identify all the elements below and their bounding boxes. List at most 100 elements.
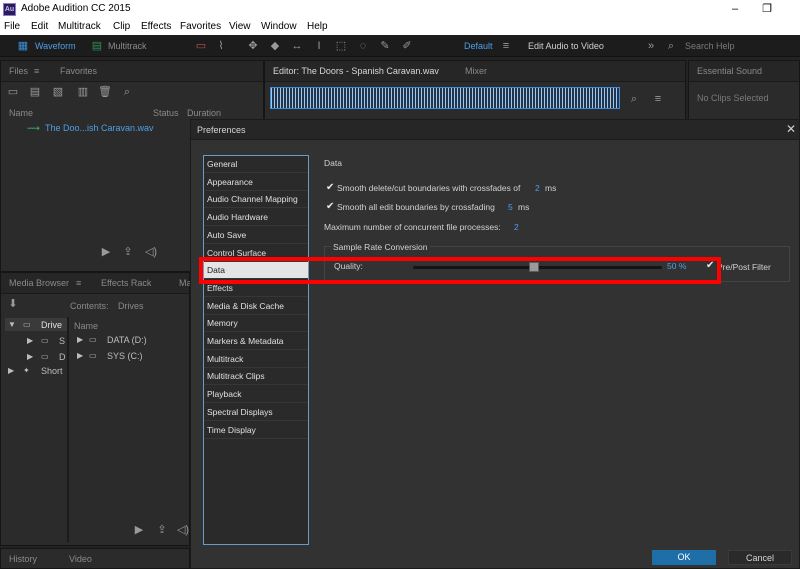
- move-tool-icon[interactable]: ✥: [246, 39, 260, 53]
- category-audio-channel-mapping[interactable]: Audio Channel Mapping: [204, 191, 308, 209]
- menu-favorites[interactable]: Favorites: [180, 21, 221, 32]
- menu-view[interactable]: View: [229, 21, 251, 32]
- pitch-display-icon[interactable]: ⌇: [214, 39, 228, 53]
- category-audio-hardware[interactable]: Audio Hardware: [204, 209, 308, 227]
- tab-video[interactable]: Video: [69, 554, 92, 564]
- expand-icon[interactable]: ▼: [8, 320, 16, 329]
- expand-icon[interactable]: ▶: [27, 336, 33, 345]
- column-name[interactable]: Name: [74, 321, 98, 331]
- essential-sound-panel: Essential Sound No Clips Selected: [688, 60, 800, 120]
- lasso-tool-icon[interactable]: ◌: [356, 39, 370, 53]
- tree-drive-s[interactable]: S: [59, 336, 65, 346]
- category-media-disk-cache[interactable]: Media & Disk Cache: [204, 298, 308, 315]
- category-memory[interactable]: Memory: [204, 315, 308, 333]
- dialog-title-bar: Preferences ✕: [191, 120, 799, 140]
- tree-drive-d[interactable]: D: [59, 352, 66, 362]
- razor-tool-icon[interactable]: ◆: [268, 39, 282, 53]
- smooth-delete-checkbox[interactable]: ✔: [326, 182, 334, 193]
- drive-data[interactable]: DATA (D:): [107, 335, 147, 345]
- expand-icon[interactable]: ▶: [27, 352, 33, 361]
- tree-shortcuts[interactable]: Short: [41, 366, 63, 376]
- waveform-view-button[interactable]: Waveform: [35, 41, 76, 51]
- multitrack-view-button[interactable]: Multitrack: [108, 41, 147, 51]
- expand-icon[interactable]: ▶: [77, 351, 83, 360]
- open-file-icon[interactable]: ▭: [6, 85, 20, 99]
- category-playback[interactable]: Playback: [204, 386, 308, 404]
- column-duration[interactable]: Duration: [187, 108, 221, 118]
- split-divider[interactable]: [67, 317, 69, 542]
- expand-icon[interactable]: ▶: [8, 366, 14, 375]
- search-help-input[interactable]: Search Help: [685, 41, 735, 51]
- new-file-icon[interactable]: ▧: [51, 85, 65, 99]
- menu-help[interactable]: Help: [307, 21, 328, 32]
- play-icon[interactable]: ▶: [132, 523, 146, 537]
- autoplay-icon[interactable]: ◁): [176, 523, 190, 537]
- category-multitrack[interactable]: Multitrack: [204, 351, 308, 368]
- insert-file-icon[interactable]: ▥: [76, 85, 90, 99]
- menu-effects[interactable]: Effects: [141, 21, 171, 32]
- smooth-edit-value[interactable]: 5: [508, 202, 513, 212]
- waveform-overview[interactable]: [270, 87, 620, 109]
- tree-drives[interactable]: Drive: [41, 320, 62, 330]
- tab-essential-sound[interactable]: Essential Sound: [697, 66, 762, 76]
- files-panel-menu-icon[interactable]: ≡: [34, 66, 39, 76]
- multitrack-view-icon[interactable]: ▤: [90, 39, 104, 53]
- file-item[interactable]: The Doo...ish Caravan.wav: [45, 123, 154, 133]
- slip-tool-icon[interactable]: ↔: [290, 39, 304, 53]
- brush-tool-icon[interactable]: ✎: [378, 39, 392, 53]
- tab-history[interactable]: History: [9, 554, 37, 564]
- contents-dropdown[interactable]: Drives: [118, 301, 144, 311]
- autoplay-icon[interactable]: ◁): [144, 245, 158, 259]
- smooth-edit-checkbox[interactable]: ✔: [326, 201, 334, 212]
- menu-edit[interactable]: Edit: [31, 21, 48, 32]
- export-icon[interactable]: ⇪: [155, 523, 169, 537]
- spot-healing-icon[interactable]: ✐: [400, 39, 414, 53]
- workspace-menu-icon[interactable]: ≡: [499, 39, 513, 53]
- tab-favorites[interactable]: Favorites: [60, 66, 97, 76]
- max-files-label: Maximum number of concurrent file proces…: [324, 222, 501, 232]
- media-browser-menu-icon[interactable]: ≡: [76, 278, 81, 288]
- cancel-button[interactable]: Cancel: [728, 550, 792, 565]
- ok-button[interactable]: OK: [652, 550, 716, 565]
- category-general[interactable]: General: [204, 156, 308, 173]
- restore-icon[interactable]: ❐: [752, 1, 782, 17]
- workspace-edit-audio-to-video[interactable]: Edit Audio to Video: [528, 41, 604, 51]
- expand-icon[interactable]: ▶: [77, 335, 83, 344]
- spectral-display-icon[interactable]: ▭: [194, 39, 208, 53]
- max-files-value[interactable]: 2: [514, 222, 519, 232]
- menu-clip[interactable]: Clip: [113, 21, 130, 32]
- more-workspaces-icon[interactable]: »: [644, 39, 658, 53]
- export-icon[interactable]: ⇪: [121, 245, 135, 259]
- close-icon[interactable]: ✕: [784, 122, 798, 136]
- column-status[interactable]: Status: [153, 108, 179, 118]
- workspace-default[interactable]: Default: [464, 41, 493, 51]
- marquee-tool-icon[interactable]: ⬚: [334, 39, 348, 53]
- category-appearance[interactable]: Appearance: [204, 174, 308, 191]
- menu-window[interactable]: Window: [261, 21, 297, 32]
- category-spectral-displays[interactable]: Spectral Displays: [204, 404, 308, 421]
- category-auto-save[interactable]: Auto Save: [204, 227, 308, 244]
- delete-icon[interactable]: 🗑: [98, 85, 112, 99]
- menu-multitrack[interactable]: Multitrack: [58, 21, 101, 32]
- import-file-icon[interactable]: ▤: [28, 85, 42, 99]
- category-time-display[interactable]: Time Display: [204, 422, 308, 439]
- drive-sys[interactable]: SYS (C:): [107, 351, 143, 361]
- filter-search-icon[interactable]: ⌕: [120, 85, 134, 99]
- tab-mixer[interactable]: Mixer: [465, 66, 487, 76]
- tab-editor[interactable]: Editor: The Doors - Spanish Caravan.wav: [273, 66, 439, 76]
- category-multitrack-clips[interactable]: Multitrack Clips: [204, 368, 308, 386]
- panel-menu-icon[interactable]: ≡: [651, 92, 665, 106]
- column-name[interactable]: Name: [9, 108, 33, 118]
- tab-effects-rack[interactable]: Effects Rack: [101, 278, 151, 288]
- category-markers-metadata[interactable]: Markers & Metadata: [204, 333, 308, 350]
- smooth-delete-value[interactable]: 2: [535, 183, 540, 193]
- tab-files[interactable]: Files: [9, 66, 28, 76]
- time-selection-tool-icon[interactable]: I: [312, 39, 326, 53]
- minimize-icon[interactable]: –: [720, 1, 750, 17]
- drive-shortcut-icon[interactable]: ⬇: [6, 297, 20, 311]
- zoom-icon[interactable]: ⌕: [627, 92, 641, 106]
- tab-media-browser[interactable]: Media Browser: [9, 278, 69, 288]
- menu-file[interactable]: File: [4, 21, 20, 32]
- play-icon[interactable]: ▶: [99, 245, 113, 259]
- waveform-view-icon[interactable]: ▦: [16, 39, 30, 53]
